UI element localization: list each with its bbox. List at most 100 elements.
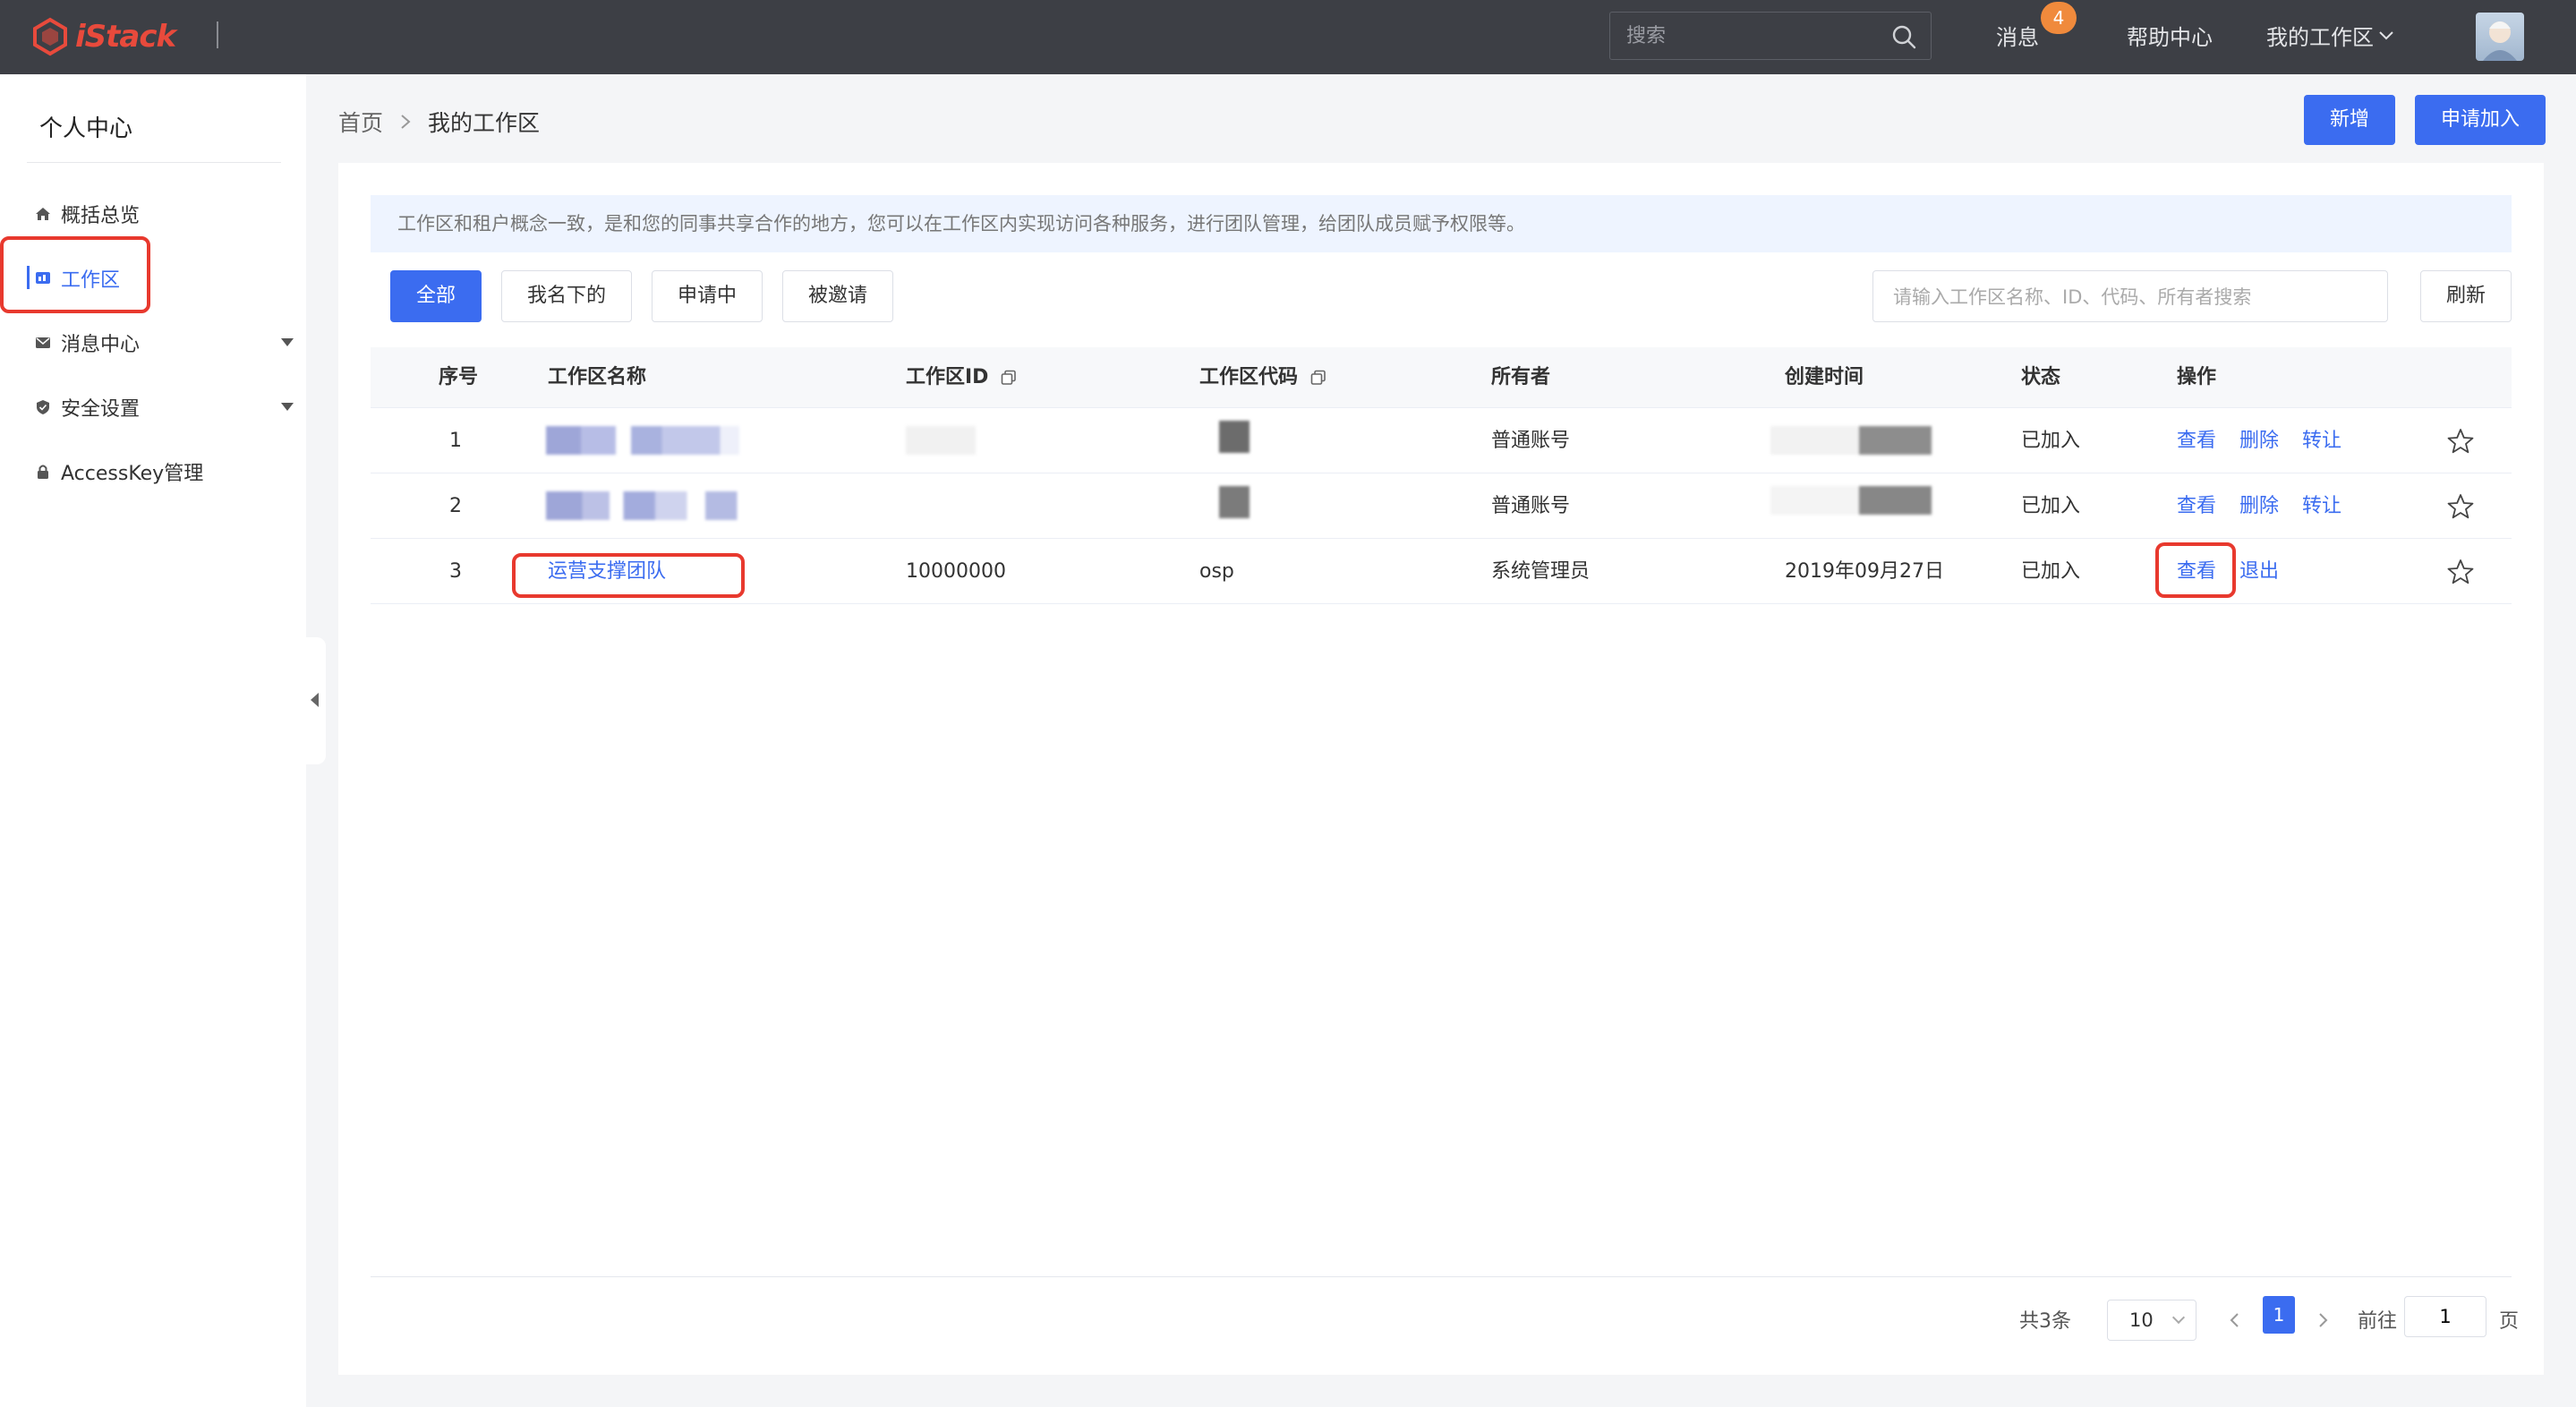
global-search[interactable] (1609, 12, 1932, 60)
delete-button[interactable]: 删除 (2239, 495, 2279, 517)
blurred-code (1219, 421, 1250, 453)
chevron-down-icon (2379, 30, 2393, 39)
caret-down-icon[interactable] (281, 338, 294, 346)
global-search-input[interactable] (1626, 21, 1877, 50)
workspace-card: 工作区和租户概念一致，是和您的同事共享合作的地方，您可以在工作区内实现访问各种服… (338, 163, 2544, 1375)
annotation-highlight-view (2155, 542, 2236, 598)
next-page-icon[interactable] (2307, 1305, 2338, 1335)
sidebar-item-security[interactable]: 安全设置 (34, 389, 294, 425)
apply-join-button[interactable]: 申请加入 (2415, 95, 2546, 145)
sidebar-title: 个人中心 (39, 115, 133, 142)
column-header-id-label: 工作区ID (906, 366, 989, 388)
my-workspace-menu[interactable]: 我的工作区 (2266, 20, 2395, 51)
table-header: 序号 工作区名称 工作区ID 工作区代码 所有者 创建时间 状态 操作 (371, 347, 2512, 408)
delete-button[interactable]: 删除 (2239, 430, 2279, 452)
copy-icon[interactable] (1001, 370, 1017, 386)
filter-applying-button[interactable]: 申请中 (652, 270, 763, 322)
breadcrumb-home[interactable]: 首页 (338, 106, 383, 138)
filter-all-button[interactable]: 全部 (390, 270, 482, 322)
sidebar-item-message-center[interactable]: 消息中心 (34, 325, 294, 361)
view-button[interactable]: 查看 (2177, 495, 2216, 517)
help-center-link[interactable]: 帮助中心 (2127, 20, 2213, 51)
breadcrumb-current: 我的工作区 (428, 110, 541, 136)
star-icon[interactable] (2447, 493, 2474, 520)
filter-mine-button[interactable]: 我名下的 (501, 270, 632, 322)
sidebar-item-label: 概括总览 (61, 205, 141, 227)
annotation-highlight-workspace (0, 236, 150, 313)
row-owner: 系统管理员 (1491, 560, 1591, 583)
add-workspace-button[interactable]: 新增 (2304, 95, 2395, 145)
row-actions: 查看 删除 转让 (2177, 473, 2365, 539)
row-created: 2019年09月27日 (1785, 560, 1944, 583)
column-header-actions: 操作 (2177, 366, 2217, 388)
sidebar-item-label: 消息中心 (61, 334, 141, 356)
goto-page-input[interactable] (2404, 1296, 2486, 1337)
my-workspace-menu-label: 我的工作区 (2266, 25, 2374, 50)
sidebar-item-overview[interactable]: 概括总览 (34, 196, 294, 232)
logo-text: iStack (75, 19, 176, 55)
goto-label: 前往 (2358, 1310, 2398, 1333)
page-number-current[interactable]: 1 (2263, 1296, 2295, 1334)
sidebar-item-label: AccessKey管理 (61, 463, 204, 485)
logo[interactable]: iStack (30, 13, 176, 61)
blurred-created (1770, 426, 1932, 455)
exit-button[interactable]: 退出 (2239, 560, 2279, 583)
table-row: 1 普通账号 已加入 查看 删除 转让 (371, 408, 2512, 473)
top-navbar: iStack 消息 4 帮助中心 我的工作区 (0, 0, 2576, 74)
column-header-name: 工作区名称 (548, 366, 647, 388)
blurred-id (906, 426, 976, 455)
prev-page-icon[interactable] (2220, 1305, 2250, 1335)
copy-icon[interactable] (1310, 370, 1326, 386)
page-suffix: 页 (2499, 1310, 2520, 1333)
home-icon (36, 208, 50, 220)
transfer-button[interactable]: 转让 (2302, 430, 2341, 452)
row-status: 已加入 (2021, 560, 2081, 583)
pagination-total: 共3条 (2019, 1310, 2071, 1333)
row-status: 已加入 (2021, 495, 2081, 517)
info-notice: 工作区和租户概念一致，是和您的同事共享合作的地方，您可以在工作区内实现访问各种服… (371, 195, 2512, 252)
page-size-select[interactable]: 10 (2107, 1300, 2196, 1341)
column-header-id: 工作区ID (906, 347, 1017, 408)
view-button[interactable]: 查看 (2177, 430, 2216, 452)
caret-down-icon[interactable] (281, 403, 294, 411)
column-header-code-label: 工作区代码 (1199, 366, 1299, 388)
row-owner: 普通账号 (1491, 495, 1571, 517)
workspace-search[interactable] (1872, 270, 2388, 322)
row-code: osp (1199, 560, 1234, 583)
page-size-value: 10 (2129, 1309, 2154, 1331)
row-index: 1 (449, 430, 462, 452)
user-avatar-icon (2483, 21, 2517, 61)
row-index: 2 (449, 495, 462, 517)
istack-logo-icon (33, 17, 67, 56)
sidebar-item-label: 安全设置 (61, 398, 141, 421)
footer-divider (371, 1276, 2512, 1277)
row-actions: 查看 删除 转让 (2177, 408, 2365, 473)
column-header-owner: 所有者 (1491, 366, 1551, 388)
blurred-code (1219, 486, 1250, 518)
star-icon[interactable] (2447, 428, 2474, 455)
column-header-status: 状态 (2021, 366, 2061, 388)
mail-icon (36, 337, 50, 348)
breadcrumb: 首页 我的工作区 (338, 106, 540, 138)
messages-link[interactable]: 消息 (1996, 20, 2039, 51)
logo-divider (217, 21, 218, 48)
blurred-name (546, 491, 773, 520)
lock-icon (38, 465, 48, 479)
row-index: 3 (449, 560, 462, 583)
chevron-right-icon (401, 115, 411, 129)
shield-icon (37, 400, 49, 414)
avatar[interactable] (2476, 13, 2524, 61)
sidebar-item-accesskey[interactable]: AccessKey管理 (34, 454, 294, 490)
search-icon[interactable] (1891, 24, 1916, 49)
filter-invited-button[interactable]: 被邀请 (782, 270, 893, 322)
annotation-highlight-workspace-name (512, 553, 745, 598)
workspace-search-input[interactable] (1893, 282, 2358, 312)
table-row: 2 普通账号 已加入 查看 删除 转让 (371, 473, 2512, 539)
sidebar-collapse-handle[interactable] (306, 637, 326, 764)
refresh-button[interactable]: 刷新 (2420, 270, 2512, 322)
row-id: 10000000 (906, 560, 1006, 583)
messages-badge: 4 (2041, 2, 2077, 34)
blurred-name (546, 426, 739, 455)
star-icon[interactable] (2447, 559, 2474, 585)
transfer-button[interactable]: 转让 (2302, 495, 2341, 517)
